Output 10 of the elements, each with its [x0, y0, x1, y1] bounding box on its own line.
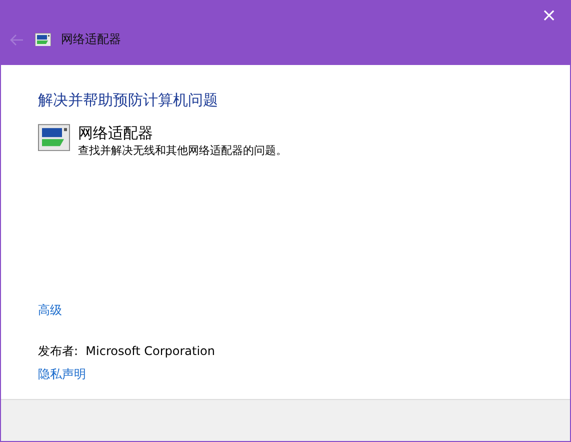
troubleshooter-description: 查找并解决无线和其他网络适配器的问题。 [78, 143, 287, 158]
page-heading: 解决并帮助预防计算机问题 [38, 91, 219, 110]
publisher-text: 发布者: Microsoft Corporation [38, 343, 216, 360]
privacy-link[interactable]: 隐私声明 [38, 366, 86, 383]
window-title: 网络适配器 [61, 31, 121, 48]
troubleshooter-title[interactable]: 网络适配器 [78, 124, 287, 143]
network-adapter-icon [38, 124, 70, 152]
network-adapter-icon [35, 32, 51, 46]
close-button[interactable]: × [534, 1, 564, 29]
advanced-link[interactable]: 高级 [38, 302, 62, 319]
